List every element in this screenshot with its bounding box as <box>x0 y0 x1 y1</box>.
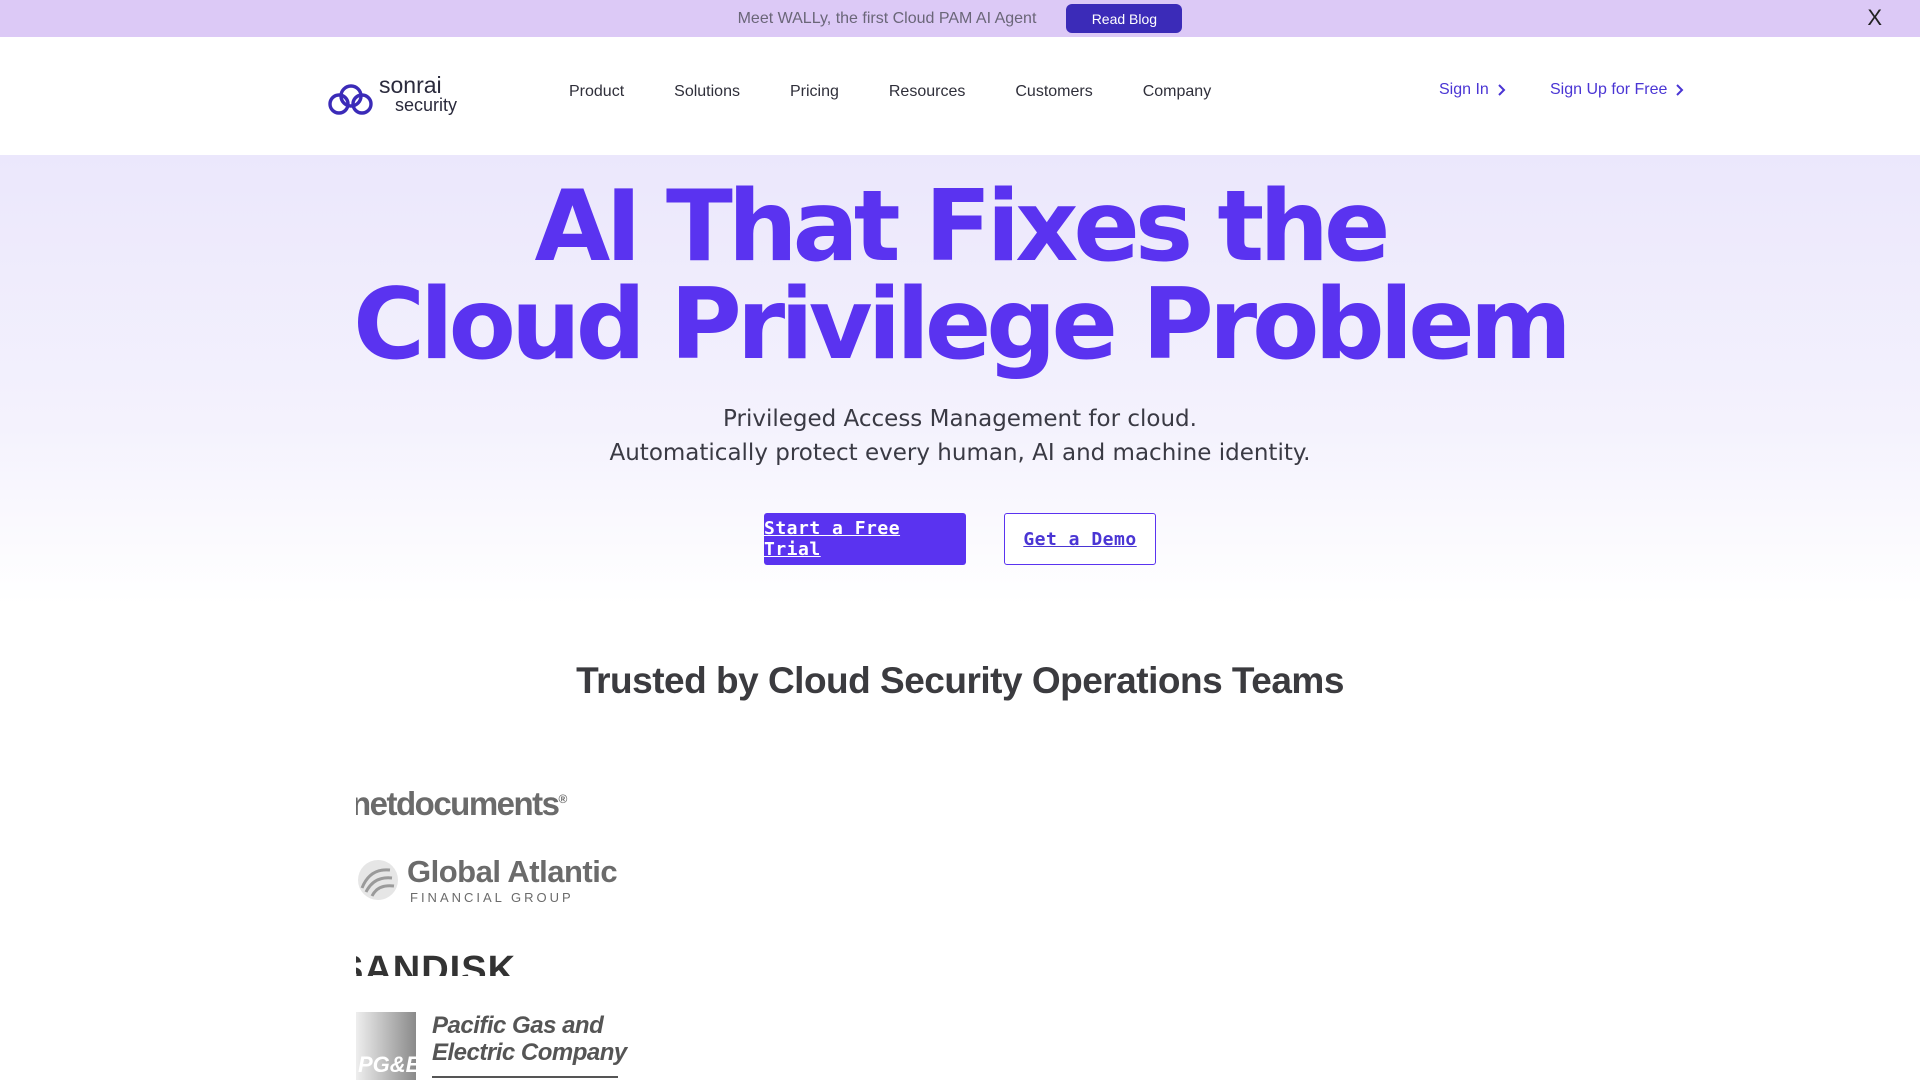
nav-resources[interactable]: Resources <box>889 83 965 101</box>
nav-product[interactable]: Product <box>569 83 624 101</box>
read-blog-button[interactable]: Read Blog <box>1066 4 1183 33</box>
pge-mark-text: PG&E <box>358 1052 421 1077</box>
hero-subtitle-line2: Automatically protect every human, AI an… <box>609 440 1311 466</box>
start-free-trial-button[interactable]: Start a Free Trial <box>764 513 966 565</box>
nav-pricing[interactable]: Pricing <box>790 83 839 101</box>
netdocuments-wordmark: netdocuments <box>356 785 560 822</box>
netdocuments-logo: netdocuments® <box>356 785 568 823</box>
global-atlantic-subtitle: FINANCIAL GROUP <box>410 890 574 905</box>
cloud-logo-icon <box>328 84 373 115</box>
sign-up-label: Sign Up for Free <box>1550 81 1668 98</box>
sign-up-link[interactable]: Sign Up for Free <box>1550 81 1684 99</box>
pge-name-line1: Pacific Gas and <box>432 1012 604 1039</box>
sonrai-logo[interactable]: sonrai security <box>327 70 477 120</box>
pge-mark: PG&E <box>356 1012 420 1080</box>
pge-underline <box>432 1076 618 1078</box>
announcement-text: Meet WALLy, the first Cloud PAM AI Agent <box>737 9 1037 27</box>
site-header: sonrai security Product Solutions Pricin… <box>0 37 1920 155</box>
chevron-right-icon <box>1498 84 1506 96</box>
registered-mark: ® <box>558 792 568 806</box>
hero-subtitle-line1: Privileged Access Management for cloud. <box>723 406 1197 432</box>
get-demo-button[interactable]: Get a Demo <box>1004 513 1156 565</box>
nav-company[interactable]: Company <box>1143 83 1211 101</box>
hero-headline-line1: AI That Fixes the <box>534 170 1391 284</box>
chevron-right-icon <box>1676 84 1684 96</box>
hero-headline-line2: Cloud Privilege Problem <box>353 268 1572 382</box>
pge-name: Pacific Gas and Electric Company <box>432 1012 627 1066</box>
logo-subword: security <box>395 95 458 115</box>
customer-logo-carousel: netdocuments® Global Atlantic FINANCIAL … <box>356 770 656 1080</box>
sign-in-link[interactable]: Sign In <box>1439 81 1506 99</box>
pge-name-line2: Electric Company <box>432 1039 627 1066</box>
sign-in-label: Sign In <box>1439 81 1489 98</box>
sandisk-logo: SANDISK <box>356 949 517 976</box>
trusted-heading: Trusted by Cloud Security Operations Tea… <box>576 660 1344 701</box>
nav-solutions[interactable]: Solutions <box>674 83 740 101</box>
announcement-bar: Meet WALLy, the first Cloud PAM AI Agent… <box>0 0 1920 37</box>
main-nav: Product Solutions Pricing Resources Cust… <box>569 83 1211 101</box>
global-atlantic-wave-icon <box>358 860 398 900</box>
nav-customers[interactable]: Customers <box>1015 83 1092 101</box>
close-announcement-button[interactable]: X <box>1867 3 1882 33</box>
global-atlantic-name: Global Atlantic <box>407 854 618 889</box>
